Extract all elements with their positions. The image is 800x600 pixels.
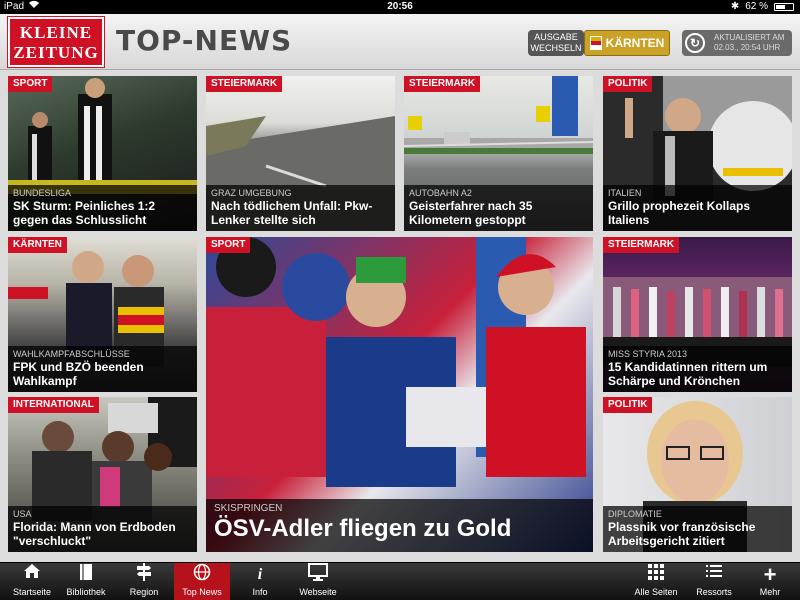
battery-icon <box>774 3 794 11</box>
tile-kicker: BUNDESLIGA <box>13 188 72 198</box>
tab-alle-seiten[interactable]: Alle Seiten <box>626 563 686 600</box>
tile-headline: Grillo prophezeit Kollaps Italiens <box>608 199 751 227</box>
book-icon <box>58 563 114 587</box>
tab-mehr[interactable]: + Mehr <box>742 563 798 600</box>
battery-label: 62 % <box>745 1 768 12</box>
ausgabe-line-1: AUSGABE <box>534 32 578 42</box>
globe-icon <box>174 563 230 587</box>
tab-label: Webseite <box>299 587 337 597</box>
tile-kicker: AUTOBAHN A2 <box>409 188 472 198</box>
tile-kicker: MISS STYRIA 2013 <box>608 349 688 359</box>
news-tile-autobahn[interactable]: STEIERMARK AUTOBAHN A2 Geisterfahrer nac… <box>404 76 593 231</box>
tab-info[interactable]: i Info <box>232 563 288 600</box>
refresh-button[interactable]: ↻ AKTUALISIERT AM 02.03., 20:54 UHR <box>682 30 792 56</box>
category-tag: SPORT <box>8 76 53 92</box>
tab-label: Mehr <box>759 587 781 597</box>
news-tile-skispringen[interactable]: SPORT SKISPRINGEN ÖSV-Adler fliegen zu G… <box>206 237 593 552</box>
tile-kicker: DIPLOMATIE <box>608 509 662 519</box>
tile-caption: WAHLKAMPFABSCHLÜSSE FPK und BZÖ beenden … <box>8 346 197 392</box>
battery-fill <box>776 5 786 9</box>
kleine-zeitung-logo[interactable]: KLEINE ZEITUNG <box>8 17 104 67</box>
app-header: KLEINE ZEITUNG TOP-NEWS AUSGABE WECHSELN… <box>0 14 800 70</box>
category-tag: STEIERMARK <box>603 237 680 253</box>
logo-line-2: ZEITUNG <box>13 43 99 62</box>
news-tile-miss-styria[interactable]: STEIERMARK MISS STYRIA 2013 15 Kandidati… <box>603 237 792 392</box>
bluetooth-icon: ✱ <box>730 1 740 12</box>
news-tile-sturm[interactable]: SPORT BUNDESLIGA SK Sturm: Peinliches 1:… <box>8 76 197 231</box>
tile-caption: MISS STYRIA 2013 15 Kandidatinnen ritter… <box>603 346 792 392</box>
tile-caption: SKISPRINGEN ÖSV-Adler fliegen zu Gold <box>206 499 593 552</box>
change-edition-button[interactable]: AUSGABE WECHSELN <box>528 30 584 56</box>
signpost-icon <box>116 563 172 587</box>
tile-caption: USA Florida: Mann von Erdboden "verschlu… <box>8 506 197 552</box>
category-tag: POLITIK <box>603 397 653 413</box>
tab-webseite[interactable]: Webseite <box>290 563 346 600</box>
tile-headline: 15 Kandidatinnen rittern um Schärpe und … <box>608 360 768 388</box>
logo-line-1: KLEINE <box>19 23 93 42</box>
category-tag: SPORT <box>206 237 251 253</box>
updated-line-1: AKTUALISIERT AM <box>714 33 785 42</box>
coat-of-arms-icon <box>589 36 602 50</box>
tile-headline: Geisterfahrer nach 35 Kilometern gestopp… <box>409 199 533 227</box>
tab-region[interactable]: Region <box>116 563 172 600</box>
news-tile-grillo[interactable]: POLITIK ITALIEN Grillo prophezeit Kollap… <box>603 76 792 231</box>
tile-kicker: WAHLKAMPFABSCHLÜSSE <box>13 349 130 359</box>
news-tile-plassnik[interactable]: POLITIK DIPLOMATIE Plassnik vor französi… <box>603 397 792 552</box>
tab-label: Region <box>129 587 159 597</box>
tile-headline: Plassnik vor französische Arbeitsgericht… <box>608 520 756 548</box>
ausgabe-line-2: WECHSELN <box>530 43 582 53</box>
tile-caption: BUNDESLIGA SK Sturm: Peinliches 1:2 gege… <box>8 185 197 231</box>
news-tile-wahlkampf[interactable]: KÄRNTEN WAHLKAMPFABSCHLÜSSE FPK und BZÖ … <box>8 237 197 392</box>
bottom-tab-bar: Startseite Bibliothek Region Top News i … <box>0 562 800 600</box>
list-icon <box>686 563 742 587</box>
tile-caption: DIPLOMATIE Plassnik vor französische Arb… <box>603 506 792 552</box>
refresh-icon: ↻ <box>685 33 705 53</box>
tile-caption: GRAZ UMGEBUNG Nach tödlichem Unfall: Pkw… <box>206 185 395 231</box>
category-tag: KÄRNTEN <box>8 237 67 253</box>
status-time: 20:56 <box>387 1 413 12</box>
plus-icon: + <box>763 562 777 587</box>
tile-headline: SK Sturm: Peinliches 1:2 gegen das Schlu… <box>13 199 156 227</box>
tab-ressorts[interactable]: Ressorts <box>686 563 742 600</box>
page-title: TOP-NEWS <box>116 24 293 57</box>
tile-headline: FPK und BZÖ beenden Wahlkampf <box>13 360 144 388</box>
tab-label: Bibliothek <box>66 587 106 597</box>
updated-line-2: 02.03., 20:54 UHR <box>714 43 781 52</box>
edition-button[interactable]: KÄRNTEN <box>584 30 670 56</box>
tab-label: Top News <box>182 587 222 597</box>
tab-bibliothek[interactable]: Bibliothek <box>58 563 114 600</box>
tile-headline: Florida: Mann von Erdboden "verschluckt" <box>13 520 176 548</box>
tile-kicker: USA <box>13 509 32 519</box>
tab-startseite[interactable]: Startseite <box>4 563 60 600</box>
tile-kicker: GRAZ UMGEBUNG <box>211 188 292 198</box>
tile-caption: ITALIEN Grillo prophezeit Kollaps Italie… <box>603 185 792 231</box>
updated-info: AKTUALISIERT AM 02.03., 20:54 UHR <box>714 33 790 53</box>
app-root: iPad 20:56 ✱ 62 % KLEINE ZEITUNG TOP-NEW… <box>0 0 800 600</box>
info-icon: i <box>257 566 263 583</box>
tile-kicker: ITALIEN <box>608 188 642 198</box>
category-tag: INTERNATIONAL <box>8 397 99 413</box>
edition-label: KÄRNTEN <box>605 36 665 50</box>
home-icon <box>4 563 60 587</box>
status-bar: iPad 20:56 ✱ 62 % <box>0 0 800 14</box>
tile-caption: AUTOBAHN A2 Geisterfahrer nach 35 Kilome… <box>404 185 593 231</box>
category-tag: POLITIK <box>603 76 653 92</box>
tab-label: Info <box>252 587 268 597</box>
news-tile-unfall[interactable]: STEIERMARK GRAZ UMGEBUNG Nach tödlichem … <box>206 76 395 231</box>
tab-label: Startseite <box>12 587 52 597</box>
tile-headline: Nach tödlichem Unfall: Pkw-Lenker stellt… <box>211 199 373 227</box>
tab-label: Alle Seiten <box>634 587 678 597</box>
news-tile-florida[interactable]: INTERNATIONAL USA Florida: Mann von Erdb… <box>8 397 197 552</box>
monitor-icon <box>290 563 346 587</box>
status-right: ✱ 62 % <box>731 0 794 14</box>
tab-top-news[interactable]: Top News <box>174 563 230 600</box>
category-tag: STEIERMARK <box>404 76 481 92</box>
category-tag: STEIERMARK <box>206 76 283 92</box>
tab-label: Ressorts <box>696 587 732 597</box>
tile-headline: ÖSV-Adler fliegen zu Gold <box>214 515 512 542</box>
grid-icon <box>626 563 686 587</box>
tile-kicker: SKISPRINGEN <box>214 503 283 514</box>
